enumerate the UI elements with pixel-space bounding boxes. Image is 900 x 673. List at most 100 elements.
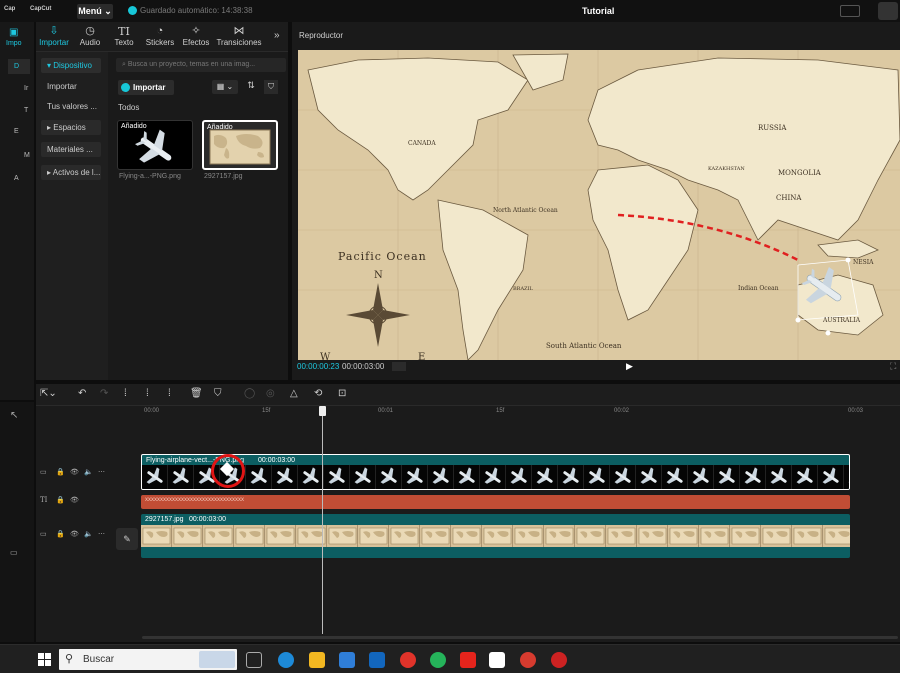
sidebar-item-spaces[interactable]: E — [14, 128, 19, 135]
sidebar-item-import[interactable]: Impo — [6, 40, 22, 47]
tab-audio[interactable]: ◷ Audio — [72, 25, 108, 47]
edge-icon[interactable] — [278, 652, 294, 668]
sidebar-item-values[interactable]: T — [24, 107, 28, 114]
freeze-icon[interactable]: ◯ — [244, 388, 255, 399]
pointer-icon[interactable]: ↖ — [10, 410, 18, 421]
filmstrip-frame — [350, 465, 376, 489]
lock-icon[interactable]: 🔒 — [56, 468, 65, 476]
side-item-import[interactable]: Importar — [41, 79, 101, 94]
sidebar-item-device[interactable]: D — [14, 63, 19, 70]
play-icon[interactable]: ▶ — [626, 361, 633, 372]
side-item-materials[interactable]: Materiales ... — [41, 142, 101, 157]
youtube-icon[interactable] — [460, 652, 476, 668]
more-tabs-icon[interactable]: » — [274, 30, 280, 41]
media-search-input[interactable]: ⌕ Busca un proyecto, temas en una imag..… — [116, 58, 286, 72]
eye-icon[interactable]: 👁 — [70, 496, 79, 504]
side-item-device[interactable]: ▾ Dispositivo — [41, 58, 101, 73]
playhead-handle[interactable] — [319, 406, 326, 416]
chrome-profile-icon[interactable] — [520, 652, 536, 668]
side-item-assets[interactable]: ▸ Activos de l... — [41, 165, 101, 180]
clip-map[interactable]: 2927157.jpg 00:00:03:00 — [141, 514, 850, 558]
taskbar: ⚲ Buscar — [0, 644, 900, 673]
sort-icon[interactable]: ⇅ — [244, 80, 258, 94]
timeline-ruler[interactable]: 00:00 15f 00:01 15f 00:02 00:03 — [142, 406, 900, 420]
eye-icon[interactable]: 👁 — [70, 468, 79, 476]
clip-text[interactable]: xxxxxxxxxxxxxxxxxxxxxxxxxxxxxxxxx — [141, 495, 850, 509]
split-right-icon[interactable]: ⁞ — [168, 388, 171, 399]
mask-icon[interactable]: ⛉ — [214, 388, 222, 399]
menu-button[interactable]: Menú ⌄ — [77, 4, 113, 19]
fullscreen-icon[interactable]: ⛶ — [890, 361, 896, 372]
file-explorer-icon[interactable] — [309, 652, 325, 668]
search-highlight-image — [199, 651, 235, 668]
split-left-icon[interactable]: ⁞ — [146, 388, 149, 399]
store-icon[interactable] — [339, 652, 355, 668]
clip-filmstrip — [141, 525, 850, 547]
ruler-tick: 15f — [496, 408, 505, 414]
reverse-icon[interactable]: ◎ — [266, 388, 275, 399]
lock-icon[interactable]: 🔒 — [56, 496, 65, 504]
lock-icon[interactable]: 🔒 — [56, 530, 65, 538]
cover-edit-icon[interactable]: ✎ — [116, 528, 138, 550]
media-thumb-map[interactable]: Añadido — [202, 120, 278, 170]
filmstrip-frame — [234, 525, 265, 547]
rotate-icon[interactable]: ⟲ — [314, 388, 322, 399]
capcut-icon[interactable] — [489, 652, 505, 668]
undo-icon[interactable]: ↶ — [78, 388, 86, 399]
clip-airplane[interactable]: Flying-airplane-vect...-PNG.png 00:00:03… — [141, 454, 850, 490]
side-item-your-values[interactable]: Tus valores ... — [41, 99, 101, 114]
label-mongolia: MONGOLIA — [778, 169, 822, 177]
sidebar-item-import-sub[interactable]: Ir — [24, 85, 28, 92]
import-button[interactable]: Importar — [118, 80, 174, 95]
view-mode-button[interactable]: ▦ ⌄ — [212, 80, 238, 94]
tab-stickers[interactable]: ◔ Stickers — [142, 25, 178, 47]
filmstrip-frame — [142, 465, 168, 489]
sidebar-item-assets[interactable]: A — [14, 175, 19, 182]
select-tool-icon[interactable]: ⇱⌄ — [40, 388, 57, 399]
media-side-menu: ▾ Dispositivo Importar Tus valores ... ▸… — [36, 52, 108, 380]
app-logo: Cap — [4, 6, 16, 12]
taskbar-search[interactable]: ⚲ Buscar — [59, 649, 237, 670]
compass-w-label: W — [320, 352, 331, 360]
track-type-icon: ▭ — [40, 469, 47, 476]
delete-icon[interactable]: 🗑 — [190, 388, 203, 399]
sidebar-item-materials[interactable]: M — [24, 152, 30, 159]
windows-start-icon[interactable] — [38, 653, 51, 666]
compass-n-label: N — [374, 270, 383, 281]
label-canada: CANADA — [408, 140, 436, 147]
outlook-icon[interactable] — [369, 652, 385, 668]
player-canvas[interactable]: N W E Pacific Ocean North Atlantic Ocean… — [298, 50, 900, 360]
speaker-icon[interactable]: 🔈 — [84, 530, 93, 538]
media-thumb-airplane[interactable]: Añadido — [117, 120, 193, 170]
timecode-toggle-icon[interactable] — [392, 362, 406, 371]
whatsapp-icon[interactable] — [430, 652, 446, 668]
playhead[interactable] — [322, 406, 323, 634]
more-icon[interactable]: ⋯ — [98, 530, 105, 538]
ruler-tick: 00:02 — [614, 408, 630, 414]
crop-icon[interactable]: ⊡ — [338, 388, 346, 399]
tab-import[interactable]: ⇩ Importar — [36, 25, 72, 47]
timeline-scrollbar[interactable] — [142, 636, 898, 639]
layout-icon[interactable] — [840, 5, 860, 17]
tab-effects[interactable]: ✧ Efectos — [178, 25, 214, 47]
tab-text[interactable]: TI Texto — [106, 25, 142, 47]
filter-icon[interactable]: ⛉ — [264, 80, 278, 94]
redo-icon[interactable]: ↷ — [100, 388, 108, 399]
search-icon: ⚲ — [65, 653, 74, 665]
import-icon[interactable]: ▣ — [9, 27, 25, 38]
split-icon[interactable]: ⁞ — [124, 388, 127, 399]
compass-e-label: E — [418, 352, 425, 360]
task-view-icon[interactable] — [246, 652, 262, 668]
side-item-spaces[interactable]: ▸ Espacios — [41, 120, 101, 135]
eye-icon[interactable]: 👁 — [70, 530, 79, 538]
export-button[interactable] — [878, 2, 898, 20]
screen-recorder-icon[interactable] — [551, 652, 567, 668]
speaker-icon[interactable]: 🔈 — [84, 468, 93, 476]
chrome-icon[interactable] — [400, 652, 416, 668]
mirror-icon[interactable]: △ — [290, 388, 298, 399]
tab-transitions[interactable]: ⋈ Transiciones — [216, 25, 262, 47]
player-panel: Reproductor N W E Pacific Ocean North At… — [292, 22, 900, 380]
player-title: Reproductor — [299, 31, 344, 40]
label-indian-ocean: Indian Ocean — [738, 285, 779, 292]
more-icon[interactable]: ⋯ — [98, 468, 105, 476]
